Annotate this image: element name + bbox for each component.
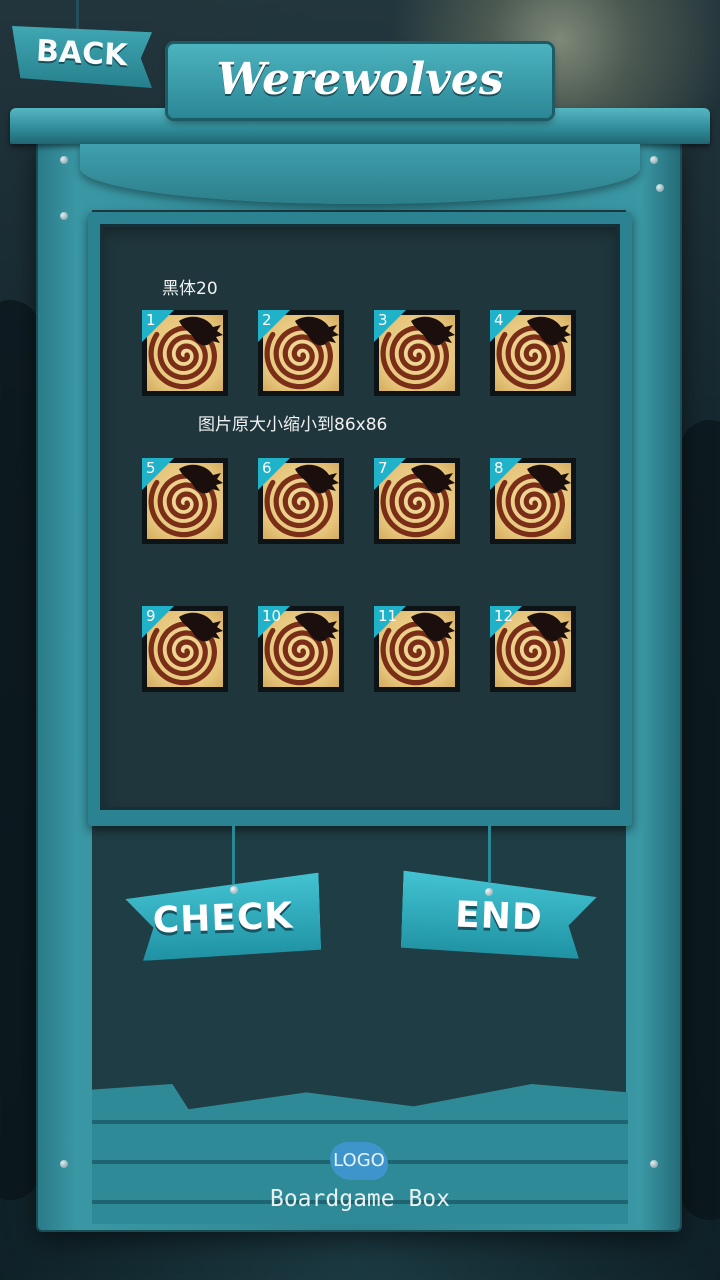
end-sign-rope [488, 824, 491, 882]
claw-icon [527, 464, 571, 494]
back-button[interactable]: BACK [12, 26, 152, 88]
claw-icon [179, 612, 223, 642]
card-number: 3 [378, 311, 388, 329]
check-button-label: CHECK [152, 895, 294, 942]
card-number: 8 [494, 459, 504, 477]
card-number: 1 [146, 311, 156, 329]
size-note: 图片原大小缩小到86x86 [198, 415, 388, 435]
card-number: 4 [494, 311, 504, 329]
role-card[interactable]: 11 [374, 606, 460, 692]
claw-icon [179, 464, 223, 494]
back-button-label: BACK [35, 33, 129, 74]
role-card[interactable]: 1 [142, 310, 228, 396]
claw-icon [527, 316, 571, 346]
check-sign-rope [232, 824, 235, 884]
nail [650, 1160, 658, 1168]
claw-icon [179, 316, 223, 346]
background-tree [0, 300, 40, 1200]
nail [230, 886, 238, 894]
font-note: 黑体20 [162, 279, 218, 299]
claw-icon [527, 612, 571, 642]
role-card[interactable]: 4 [490, 310, 576, 396]
claw-icon [295, 464, 339, 494]
card-number: 6 [262, 459, 272, 477]
card-number: 5 [146, 459, 156, 477]
nail [60, 212, 68, 220]
back-rope [76, 0, 79, 30]
background-tree [680, 420, 720, 1220]
card-number: 9 [146, 607, 156, 625]
role-card[interactable]: 3 [374, 310, 460, 396]
brand-name: Boardgame Box [269, 1186, 450, 1212]
title-sign: Werewolves [168, 44, 552, 118]
claw-icon [411, 464, 455, 494]
end-button-label: END [454, 894, 544, 939]
card-number: 7 [378, 459, 388, 477]
card-number: 11 [378, 607, 398, 625]
nail [485, 888, 493, 896]
nail [656, 184, 664, 192]
claw-icon [295, 612, 339, 642]
claw-icon [295, 316, 339, 346]
claw-icon [411, 612, 455, 642]
nail [60, 156, 68, 164]
card-number: 10 [262, 607, 282, 625]
role-card[interactable]: 8 [490, 458, 576, 544]
logo-label: LOGO [333, 1150, 385, 1171]
role-card[interactable]: 2 [258, 310, 344, 396]
card-number: 12 [494, 607, 514, 625]
card-number: 2 [262, 311, 272, 329]
logo: LOGO [330, 1142, 388, 1180]
role-card[interactable]: 10 [258, 606, 344, 692]
claw-icon [411, 316, 455, 346]
role-card[interactable]: 7 [374, 458, 460, 544]
role-card[interactable]: 5 [142, 458, 228, 544]
role-card[interactable]: 9 [142, 606, 228, 692]
page-title: Werewolves [216, 54, 504, 105]
nail [60, 1160, 68, 1168]
nail [650, 156, 658, 164]
role-card[interactable]: 6 [258, 458, 344, 544]
role-card[interactable]: 12 [490, 606, 576, 692]
